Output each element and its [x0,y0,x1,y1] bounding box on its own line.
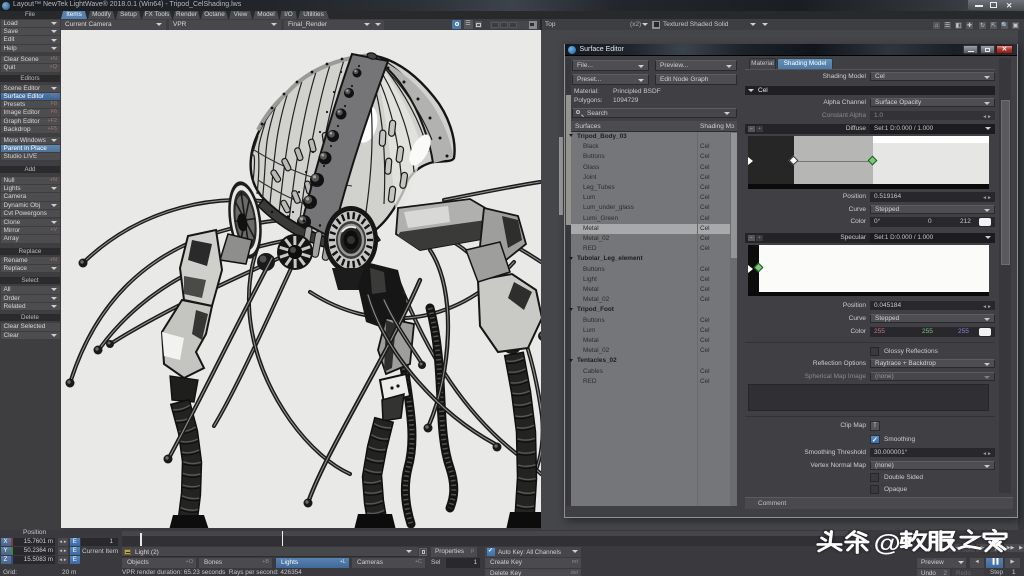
svg-text:@: @ [874,531,901,555]
